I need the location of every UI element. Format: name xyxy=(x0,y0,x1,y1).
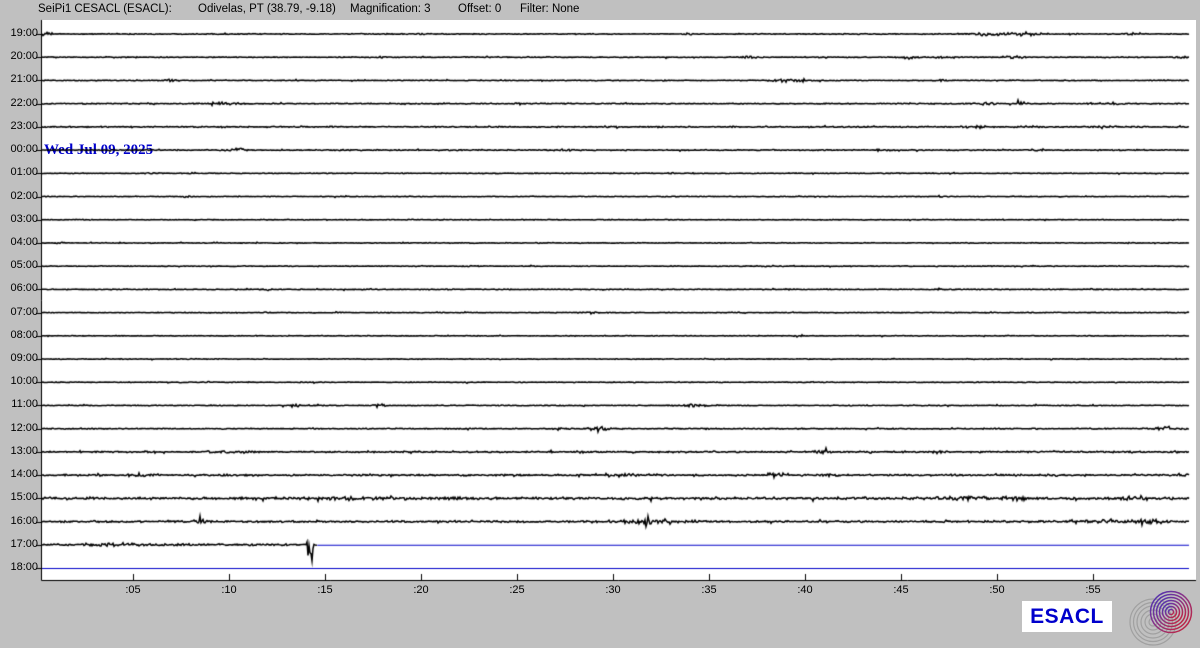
hour-label: 08:00 xyxy=(0,329,38,341)
minute-label: :10 xyxy=(214,584,244,596)
hour-label: 07:00 xyxy=(0,306,38,318)
minute-label: :20 xyxy=(406,584,436,596)
minute-label: :45 xyxy=(886,584,916,596)
minute-label: :35 xyxy=(694,584,724,596)
hour-label: 06:00 xyxy=(0,282,38,294)
hour-label: 22:00 xyxy=(0,97,38,109)
hour-label: 21:00 xyxy=(0,73,38,85)
esacl-logo-box: ESACL xyxy=(1022,601,1112,632)
hour-label: 14:00 xyxy=(0,468,38,480)
hour-label: 02:00 xyxy=(0,190,38,202)
hour-label: 04:00 xyxy=(0,236,38,248)
minute-label: :25 xyxy=(502,584,532,596)
helicorder-traces-canvas xyxy=(0,0,1200,648)
hour-label: 10:00 xyxy=(0,375,38,387)
hour-label: 05:00 xyxy=(0,259,38,271)
minute-label: :50 xyxy=(982,584,1012,596)
hour-label: 13:00 xyxy=(0,445,38,457)
minute-label: :55 xyxy=(1078,584,1108,596)
hour-label: 16:00 xyxy=(0,515,38,527)
minute-label: :30 xyxy=(598,584,628,596)
hour-label: 00:00 xyxy=(0,143,38,155)
minute-label: :05 xyxy=(118,584,148,596)
hour-label: 18:00 xyxy=(0,561,38,573)
hour-label: 09:00 xyxy=(0,352,38,364)
minute-label: :40 xyxy=(790,584,820,596)
hour-label: 01:00 xyxy=(0,166,38,178)
esacl-logo-text: ESACL xyxy=(1030,605,1104,629)
minute-label: :15 xyxy=(310,584,340,596)
hour-label: 19:00 xyxy=(0,27,38,39)
hour-label: 11:00 xyxy=(0,398,38,410)
hour-label: 12:00 xyxy=(0,422,38,434)
hour-label: 20:00 xyxy=(0,50,38,62)
seismogram-spiral-icon xyxy=(1127,590,1197,648)
hour-label: 17:00 xyxy=(0,538,38,550)
hour-label: 15:00 xyxy=(0,491,38,503)
hour-label: 03:00 xyxy=(0,213,38,225)
hour-label: 23:00 xyxy=(0,120,38,132)
